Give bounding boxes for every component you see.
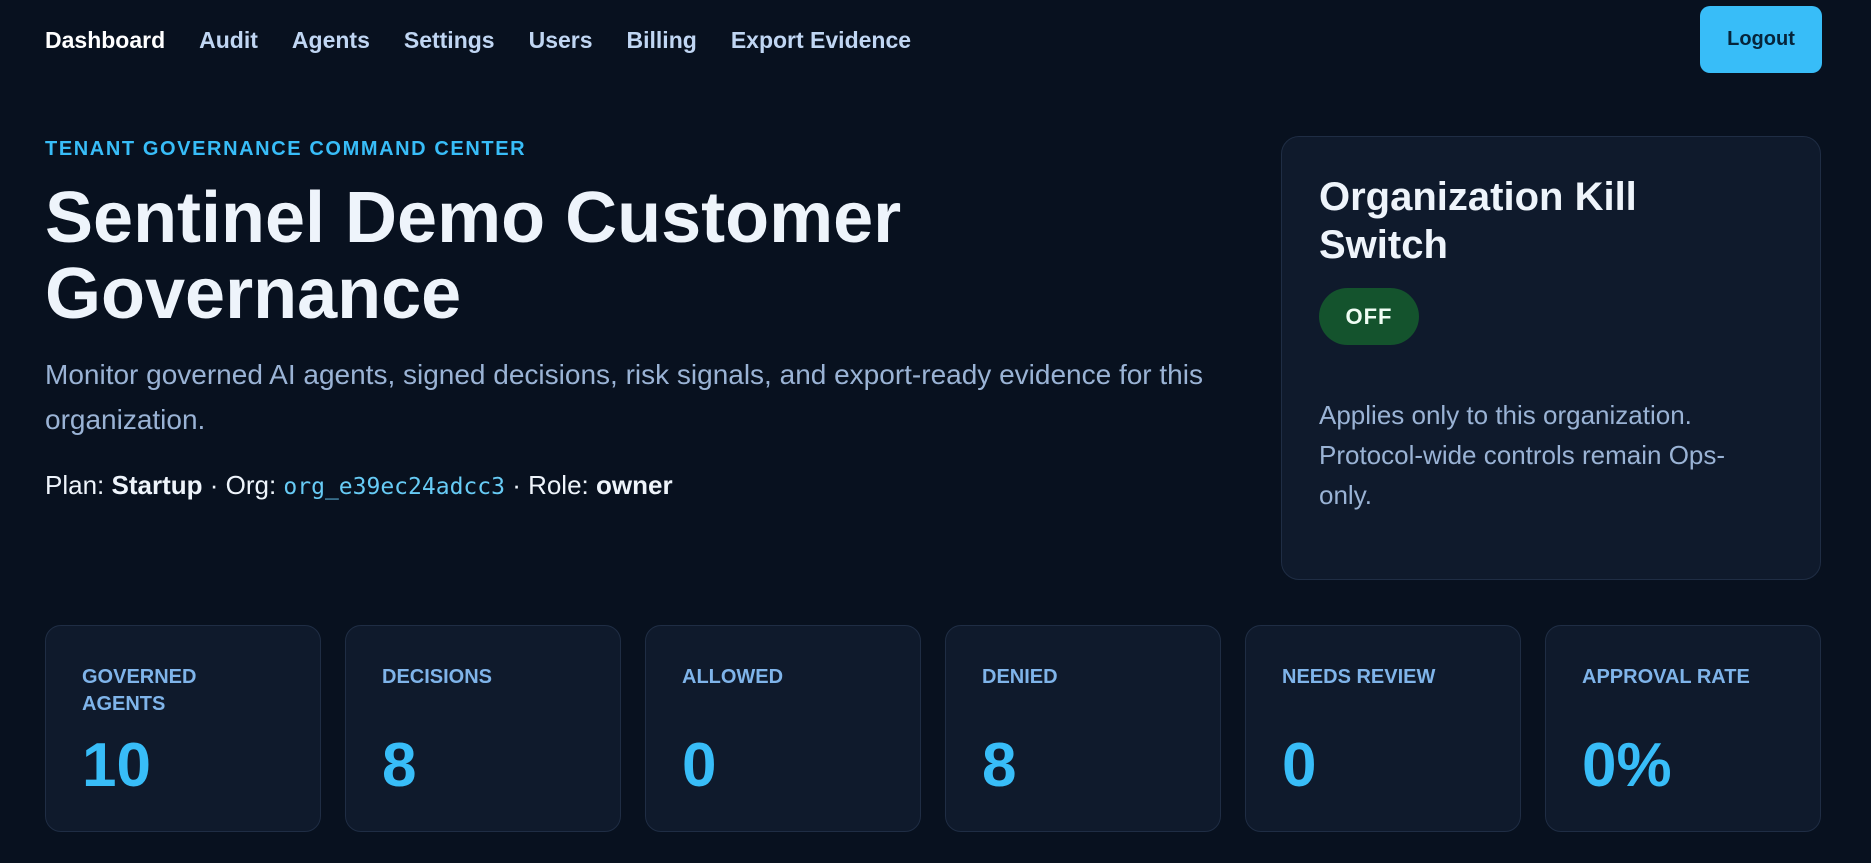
nav-audit[interactable]: Audit	[199, 27, 258, 54]
stat-value: 10	[82, 731, 151, 800]
stat-value: 0	[1282, 731, 1317, 800]
role-label: · Role:	[504, 470, 596, 500]
org-meta: Plan: Startup · Org: org_e39ec24adcc3 · …	[45, 470, 673, 501]
stat-label: GOVERNED AGENTS	[82, 666, 197, 715]
stat-value: 8	[382, 731, 417, 800]
stat-label: DENIED	[982, 666, 1058, 688]
kill-switch-panel: Organization Kill Switch OFF Applies onl…	[1281, 136, 1821, 580]
stat-card-governed-agents: GOVERNED AGENTS 10	[45, 625, 321, 832]
page-subtitle: Monitor governed AI agents, signed decis…	[45, 359, 1203, 435]
nav-settings[interactable]: Settings	[404, 27, 495, 54]
stat-value: 0%	[1582, 731, 1672, 800]
logout-button[interactable]: Logout	[1700, 6, 1822, 73]
stat-label: APPROVAL RATE	[1582, 666, 1750, 688]
stat-card-needs-review: NEEDS REVIEW 0	[1245, 625, 1521, 832]
stat-card-decisions: DECISIONS 8	[345, 625, 621, 832]
nav-billing[interactable]: Billing	[627, 27, 697, 54]
role-value: owner	[596, 470, 673, 500]
top-nav: Dashboard Audit Agents Settings Users Bi…	[45, 24, 1871, 56]
stats-row: GOVERNED AGENTS 10 DECISIONS 8 ALLOWED 0…	[45, 625, 1821, 832]
kill-switch-toggle[interactable]: OFF	[1319, 288, 1419, 345]
stat-card-approval-rate: APPROVAL RATE 0%	[1545, 625, 1821, 832]
plan-label: Plan:	[45, 470, 112, 500]
nav-export-evidence[interactable]: Export Evidence	[731, 27, 911, 54]
stat-card-denied: DENIED 8	[945, 625, 1221, 832]
page-title: Sentinel Demo Customer Governance	[45, 178, 902, 334]
page-eyebrow: TENANT GOVERNANCE COMMAND CENTER	[45, 138, 527, 160]
kill-switch-title: Organization Kill Switch	[1319, 175, 1637, 267]
stat-value: 8	[982, 731, 1017, 800]
org-id: org_e39ec24adcc3	[283, 474, 505, 500]
kill-switch-description: Applies only to this organization. Proto…	[1319, 400, 1726, 510]
org-label: · Org:	[202, 470, 284, 500]
stat-label: DECISIONS	[382, 666, 493, 688]
nav-users[interactable]: Users	[529, 27, 593, 54]
plan-value: Startup	[111, 470, 203, 500]
nav-agents[interactable]: Agents	[292, 27, 370, 54]
stat-label: ALLOWED	[682, 666, 784, 688]
stat-value: 0	[682, 731, 717, 800]
nav-dashboard[interactable]: Dashboard	[45, 27, 165, 54]
stat-card-allowed: ALLOWED 0	[645, 625, 921, 832]
stat-label: NEEDS REVIEW	[1282, 666, 1436, 688]
